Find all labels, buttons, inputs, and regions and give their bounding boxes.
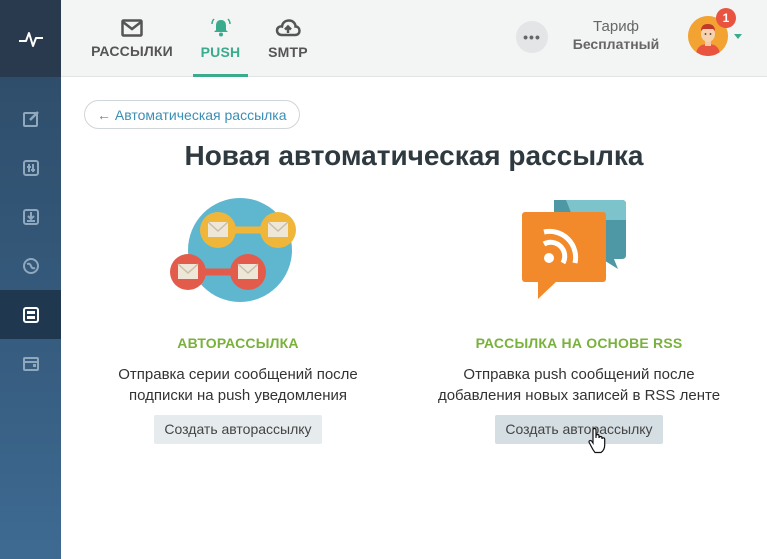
globe-icon <box>22 257 39 274</box>
automation-icon <box>22 306 39 323</box>
card-description: Отправка серии сообщений после подписки … <box>78 364 398 406</box>
page-title: Новая автоматическая рассылка <box>184 140 644 171</box>
chain-illustration <box>78 195 398 305</box>
card-description-line: Отправка серии сообщений после <box>118 366 358 383</box>
wallet-icon <box>22 356 39 371</box>
tab-push[interactable]: PUSH <box>193 0 248 77</box>
card-autosend: АВТОРАССЫЛКА Отправка серии сообщений по… <box>78 195 398 444</box>
card-description-line: добавления новых записей в RSS ленте <box>437 387 721 404</box>
notification-badge: 1 <box>716 8 736 28</box>
envelope-icon <box>121 18 143 37</box>
sidebar-item-automation[interactable] <box>0 290 61 339</box>
tab-label: РАССЫЛКИ <box>91 42 173 59</box>
hand-cursor-icon <box>588 427 608 459</box>
sidebar-item-wallet[interactable] <box>0 339 61 388</box>
tab-label: PUSH <box>200 43 241 60</box>
email-chain-icon <box>170 198 296 302</box>
logo[interactable] <box>0 0 61 77</box>
sidebar <box>0 0 61 559</box>
pulse-logo-icon <box>18 31 43 47</box>
tab-label: SMTP <box>268 43 308 60</box>
card-description-line: Отправка push сообщений после <box>463 366 695 383</box>
rss-illustration <box>419 195 739 305</box>
sidebar-item-globe[interactable] <box>0 241 61 290</box>
tariff-value: Бесплатный <box>572 36 660 52</box>
tariff-label: Тариф <box>593 18 639 35</box>
chevron-down-icon[interactable] <box>734 34 742 39</box>
create-rss-autosend-button[interactable]: Создать авторассылку <box>495 415 663 444</box>
bell-icon <box>210 17 231 36</box>
sidebar-item-inbox[interactable] <box>0 192 61 241</box>
cloud-upload-icon <box>275 18 301 36</box>
card-description-line: подписки на push уведомления <box>128 387 348 404</box>
back-button[interactable]: ← Автоматическая рассылка <box>84 100 300 129</box>
card-title: АВТОРАССЫЛКА <box>177 335 299 351</box>
sidebar-item-edit[interactable] <box>0 94 61 143</box>
card-rss: РАССЫЛКА НА ОСНОВЕ RSS Отправка push соо… <box>419 195 739 444</box>
card-description: Отправка push сообщений после добавления… <box>419 364 739 406</box>
top-bar: РАССЫЛКИ PUSH SMTP ••• Тариф Бесплатный <box>61 0 767 77</box>
create-autosend-button[interactable]: Создать авторассылку <box>154 415 322 444</box>
more-button[interactable]: ••• <box>516 21 548 53</box>
edit-icon <box>22 110 39 127</box>
tariff-info[interactable]: Тариф Бесплатный <box>561 18 671 52</box>
rss-chat-icon <box>522 200 626 299</box>
tab-mailings[interactable]: РАССЫЛКИ <box>91 0 173 77</box>
sidebar-item-sliders[interactable] <box>0 143 61 192</box>
inbox-icon <box>22 208 39 225</box>
tab-smtp[interactable]: SMTP <box>266 0 310 77</box>
sliders-icon <box>22 159 39 176</box>
card-title: РАССЫЛКА НА ОСНОВЕ RSS <box>475 335 683 351</box>
